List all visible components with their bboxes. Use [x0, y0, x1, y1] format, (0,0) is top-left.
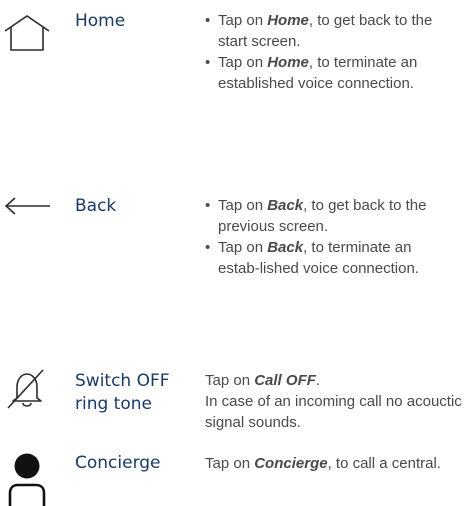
instruction-line: Tap on Concierge, to call a central. [205, 455, 441, 472]
person-icon [7, 453, 47, 506]
back-description: Tap on Back, to get back to the previous… [205, 195, 455, 279]
list-item: Tap on Back, to get back to the previous… [205, 195, 455, 237]
home-icon [3, 14, 51, 52]
back-label: Back [75, 196, 117, 216]
concierge-label: Concierge [75, 453, 161, 473]
concierge-description: Tap on Concierge, to call a central. [205, 453, 463, 474]
home-label: Home [75, 11, 126, 31]
list-item: Tap on Back, to terminate an estab-lishe… [205, 237, 455, 279]
list-item: Tap on Home, to get back to the start sc… [205, 10, 463, 52]
list-item: Tap on Home, to terminate an established… [205, 52, 463, 94]
bell-off-icon [5, 367, 49, 411]
home-description: Tap on Home, to get back to the start sc… [205, 10, 463, 94]
instruction-line: Tap on Call OFF. [205, 372, 321, 389]
switch-off-ring-tone-label: Switch OFF ring tone [75, 371, 170, 414]
back-arrow-icon [5, 196, 51, 216]
note-line: In case of an incoming call no acouctic … [205, 393, 462, 431]
switch-off-ring-tone-description: Tap on Call OFF. In case of an incoming … [205, 370, 466, 433]
